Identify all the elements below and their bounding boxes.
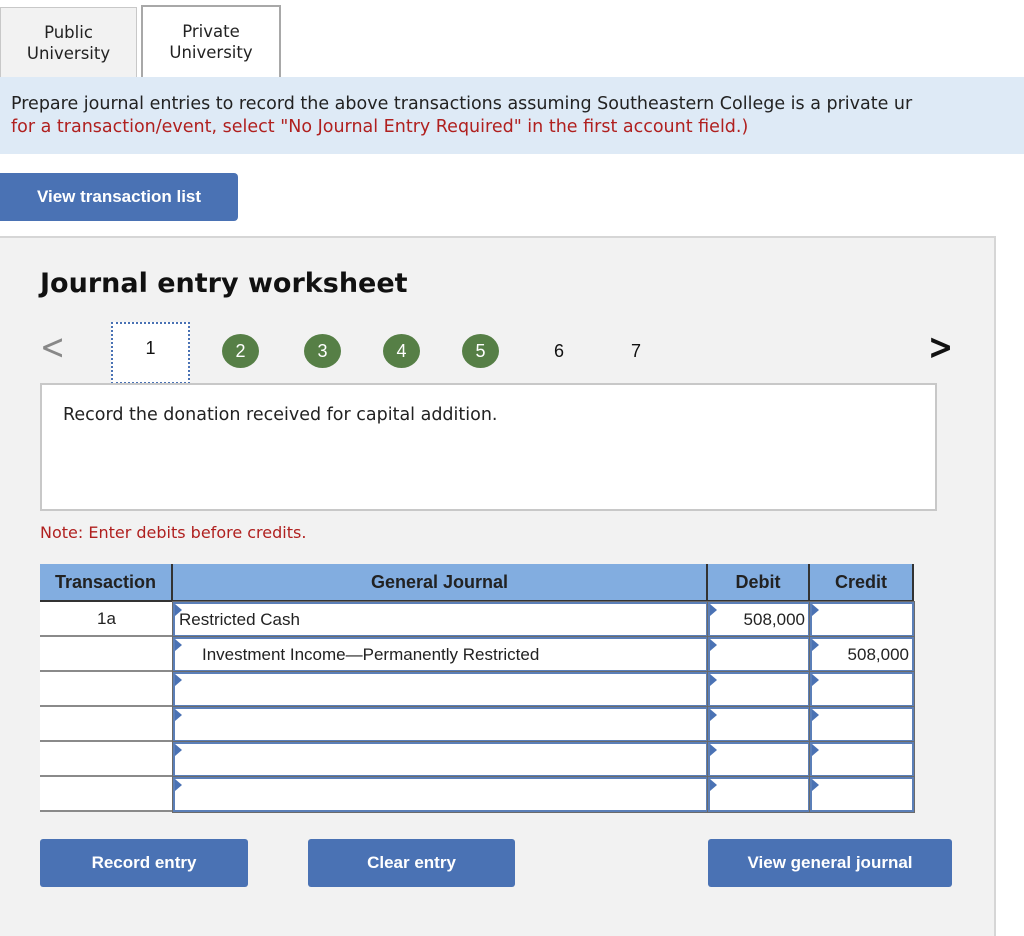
- pager-step-completed[interactable]: 5: [462, 334, 499, 368]
- journal-entry-worksheet-panel: Journal entry worksheet < 1 2 3 4 5 6 7 …: [0, 236, 996, 936]
- header-general-journal: General Journal: [173, 564, 708, 602]
- table-row: [40, 741, 915, 778]
- pager-step[interactable]: 6: [544, 334, 574, 368]
- account-field[interactable]: [172, 706, 709, 743]
- chevron-left-icon[interactable]: <: [40, 327, 65, 369]
- debit-field[interactable]: [707, 671, 811, 708]
- instruction-banner: Prepare journal entries to record the ab…: [0, 77, 1024, 154]
- table-row: [40, 706, 915, 743]
- tab-label-line1: Public: [44, 22, 93, 42]
- account-field[interactable]: Investment Income—Permanently Restricted: [172, 636, 709, 673]
- university-tabs: Public University Private University: [0, 5, 281, 77]
- account-field[interactable]: [172, 776, 709, 813]
- debit-credit-note: Note: Enter debits before credits.: [40, 523, 307, 542]
- dropdown-flag-icon: [812, 604, 819, 616]
- account-field[interactable]: [172, 671, 709, 708]
- pager-step-completed[interactable]: 2: [222, 334, 259, 368]
- dropdown-flag-icon: [175, 709, 182, 721]
- table-header-row: Transaction General Journal Debit Credit: [40, 564, 914, 602]
- table-row: [40, 776, 915, 813]
- credit-field[interactable]: [809, 706, 915, 743]
- entry-prompt-box: Record the donation received for capital…: [40, 383, 937, 511]
- credit-field[interactable]: [809, 671, 915, 708]
- entry-prompt-text: Record the donation received for capital…: [63, 405, 498, 425]
- view-transaction-list-button[interactable]: View transaction list: [0, 173, 238, 221]
- dropdown-flag-icon: [812, 779, 819, 791]
- transaction-cell: 1a: [40, 602, 173, 637]
- dropdown-flag-icon: [812, 709, 819, 721]
- tab-label-line2: University: [26, 43, 111, 63]
- chevron-right-icon[interactable]: >: [928, 327, 953, 369]
- account-value: Restricted Cash: [179, 609, 300, 629]
- record-entry-button[interactable]: Record entry: [40, 839, 248, 887]
- debit-value: 508,000: [743, 609, 805, 629]
- instruction-hint: for a transaction/event, select "No Jour…: [11, 117, 749, 137]
- debit-field[interactable]: [707, 776, 811, 813]
- transaction-cell: [40, 742, 173, 777]
- tab-label-line2: University: [169, 43, 253, 62]
- dropdown-flag-icon: [710, 744, 717, 756]
- dropdown-flag-icon: [710, 674, 717, 686]
- header-transaction: Transaction: [40, 564, 173, 602]
- dropdown-flag-icon: [175, 744, 182, 756]
- dropdown-flag-icon: [175, 604, 182, 616]
- account-field[interactable]: [172, 741, 709, 778]
- account-field[interactable]: Restricted Cash: [172, 601, 709, 638]
- dropdown-flag-icon: [710, 779, 717, 791]
- transaction-cell: [40, 672, 173, 707]
- credit-field[interactable]: 508,000: [809, 636, 915, 673]
- dropdown-flag-icon: [812, 744, 819, 756]
- table-row: 1a Restricted Cash 508,000: [40, 601, 915, 638]
- dropdown-flag-icon: [812, 639, 819, 651]
- table-row: [40, 671, 915, 708]
- dropdown-flag-icon: [710, 709, 717, 721]
- dropdown-flag-icon: [812, 674, 819, 686]
- entry-pager: < 1 2 3 4 5 6 7 >: [0, 320, 996, 384]
- tab-private-university[interactable]: Private University: [141, 5, 281, 77]
- view-general-journal-button[interactable]: View general journal: [708, 839, 952, 887]
- pager-step-current[interactable]: 1: [111, 322, 190, 384]
- dropdown-flag-icon: [175, 779, 182, 791]
- transaction-cell: [40, 777, 173, 812]
- transaction-cell: [40, 637, 173, 672]
- credit-value: 508,000: [847, 644, 909, 664]
- header-debit: Debit: [708, 564, 810, 602]
- clear-entry-button[interactable]: Clear entry: [308, 839, 515, 887]
- transaction-cell: [40, 707, 173, 742]
- dropdown-flag-icon: [710, 639, 717, 651]
- pager-step-completed[interactable]: 3: [304, 334, 341, 368]
- account-value: Investment Income—Permanently Restricted: [202, 644, 540, 664]
- table-row: Investment Income—Permanently Restricted…: [40, 636, 915, 673]
- debit-field[interactable]: [707, 636, 811, 673]
- debit-field[interactable]: [707, 706, 811, 743]
- pager-step[interactable]: 7: [621, 334, 651, 368]
- instruction-text: Prepare journal entries to record the ab…: [11, 94, 913, 114]
- dropdown-flag-icon: [175, 674, 182, 686]
- debit-field[interactable]: [707, 741, 811, 778]
- general-journal-table: Transaction General Journal Debit Credit…: [40, 564, 915, 813]
- pager-step-completed[interactable]: 4: [383, 334, 420, 368]
- credit-field[interactable]: [809, 741, 915, 778]
- dropdown-flag-icon: [175, 639, 182, 651]
- tab-public-university[interactable]: Public University: [0, 7, 137, 77]
- worksheet-title: Journal entry worksheet: [40, 268, 408, 299]
- credit-field[interactable]: [809, 601, 915, 638]
- credit-field[interactable]: [809, 776, 915, 813]
- dropdown-flag-icon: [710, 604, 717, 616]
- tab-label-line1: Private: [182, 22, 240, 41]
- debit-field[interactable]: 508,000: [707, 601, 811, 638]
- header-credit: Credit: [810, 564, 914, 602]
